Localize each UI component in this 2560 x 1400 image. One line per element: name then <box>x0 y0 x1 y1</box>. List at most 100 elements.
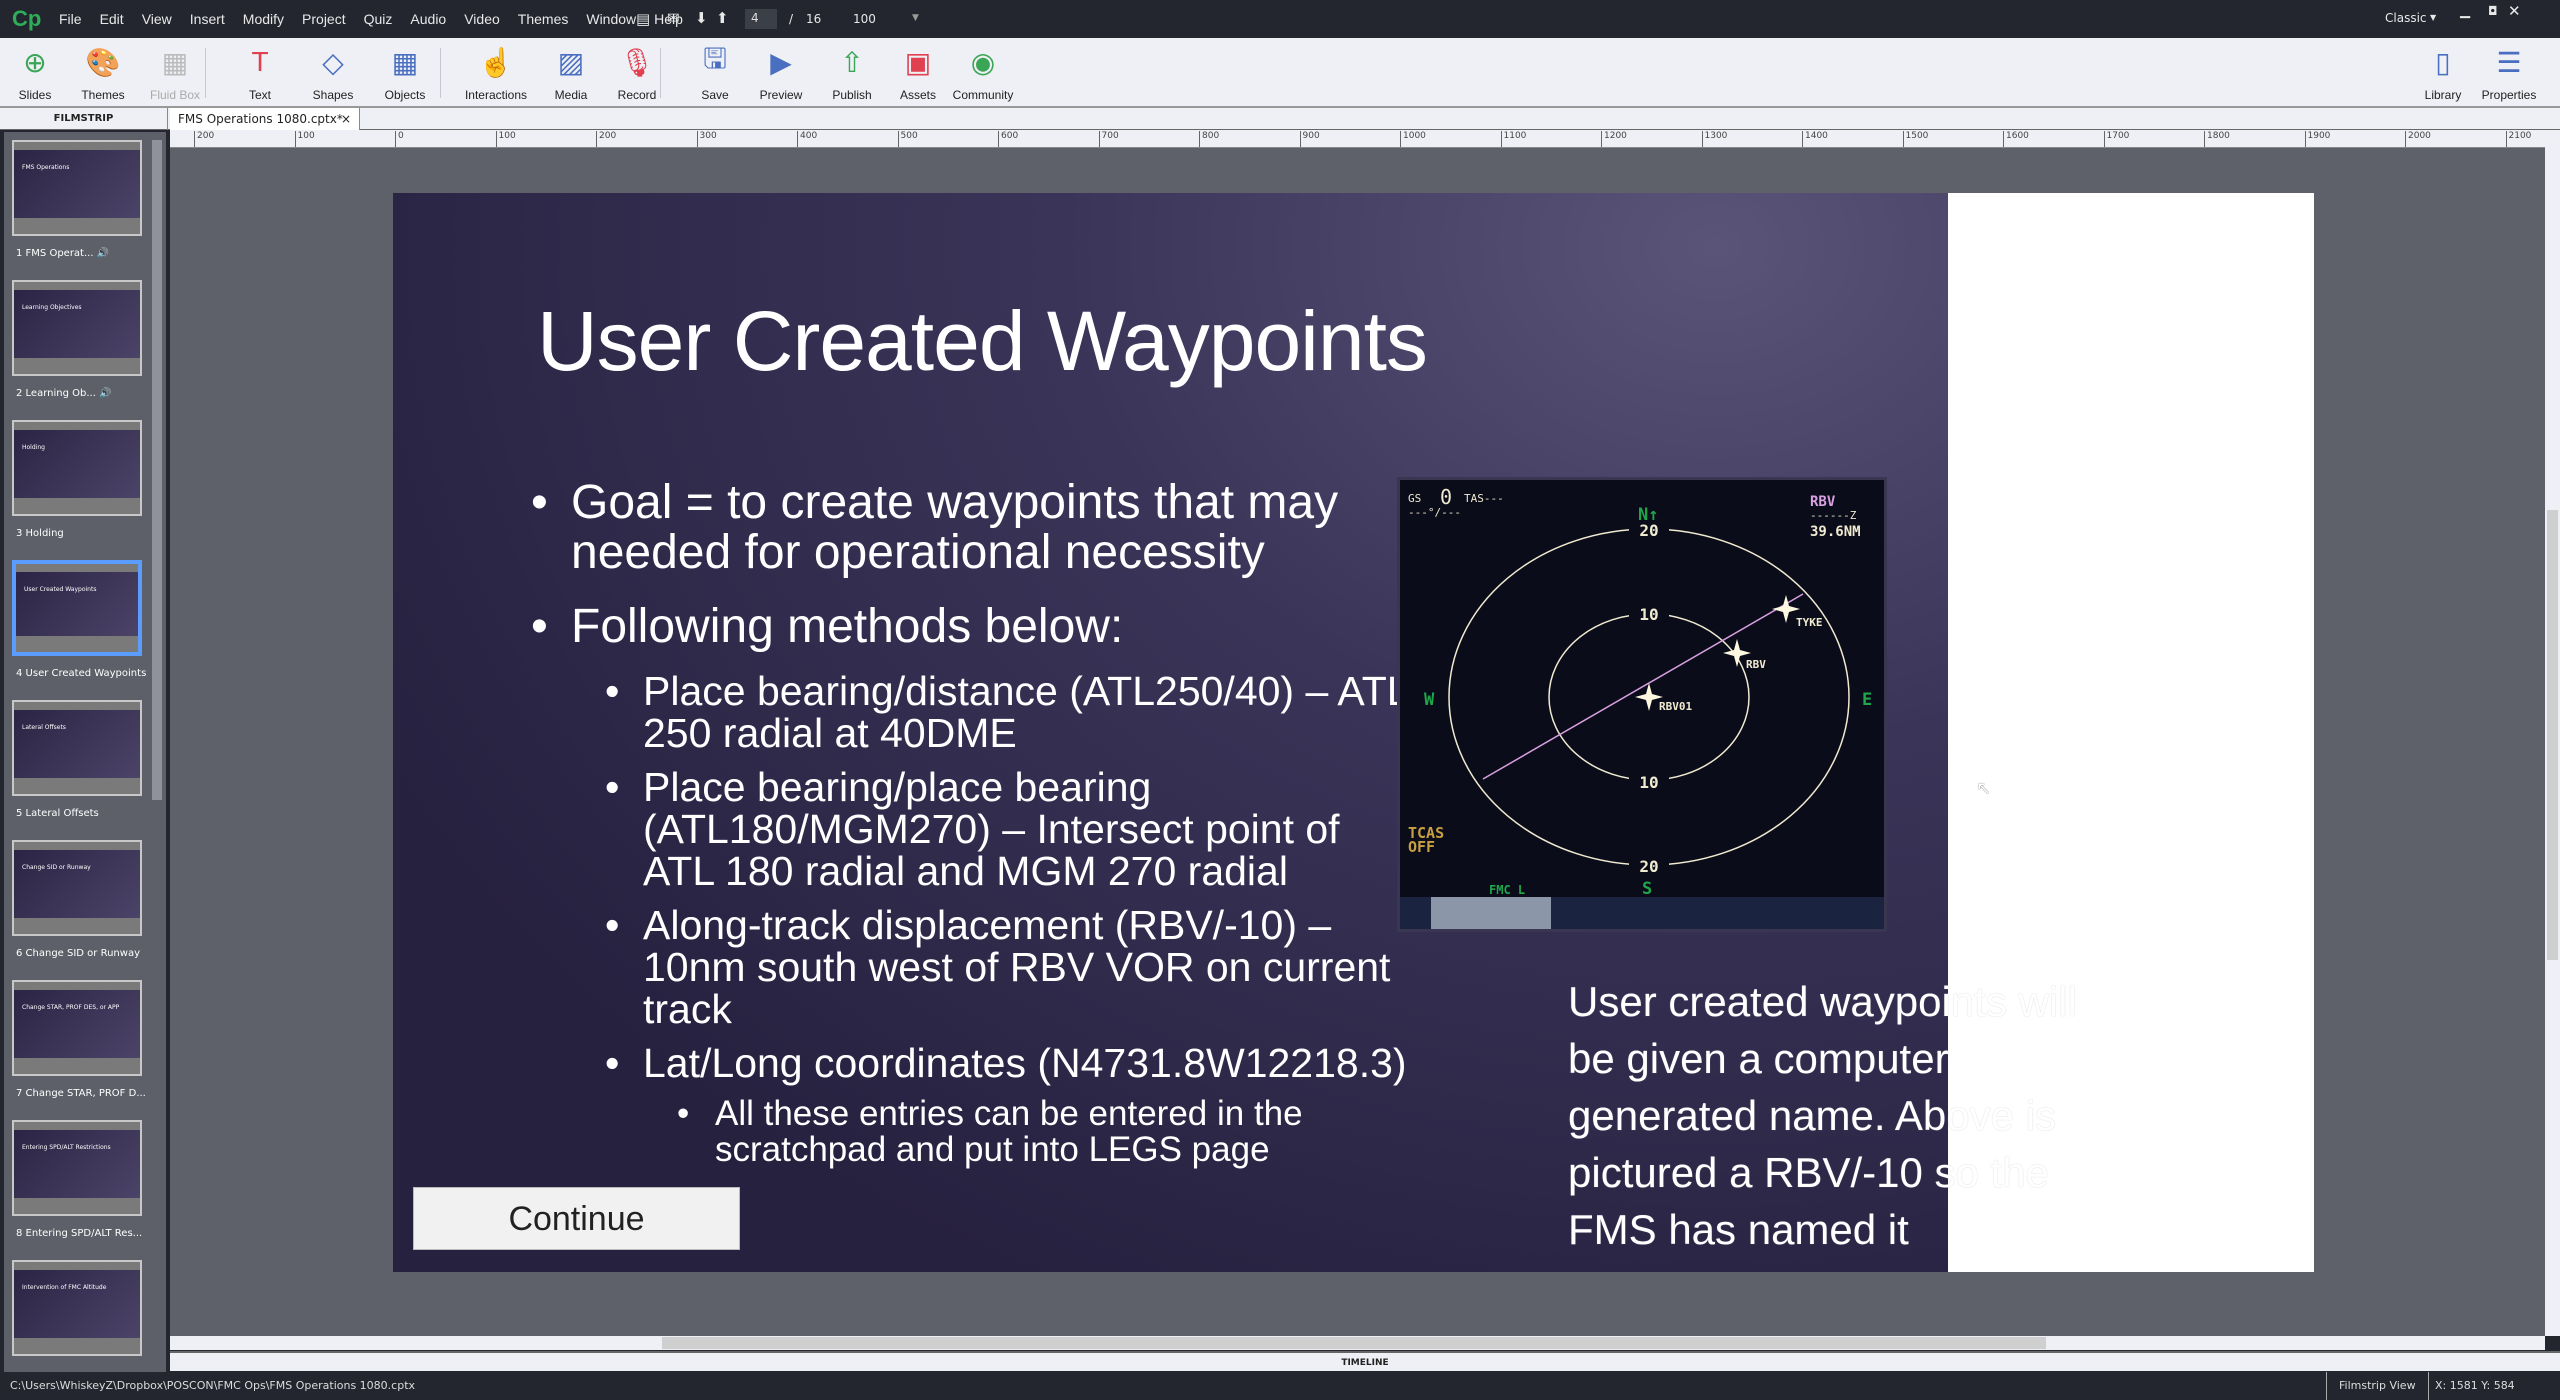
menu-project[interactable]: Project <box>293 11 355 27</box>
thumbnail-title: Holding <box>22 444 45 451</box>
minimize-icon[interactable]: ▁ <box>2460 4 2470 19</box>
slide-thumbnail-label[interactable]: 1 FMS Operat... 🔊 <box>16 248 109 259</box>
save-icon: 🖫 <box>703 43 727 74</box>
view-mode: Filmstrip View <box>2326 1372 2416 1400</box>
properties-button[interactable]: ☰ Properties <box>2474 44 2544 103</box>
toolbar-label: Fluid Box <box>149 88 201 102</box>
slide-thumbnail-label[interactable]: 4 User Created Waypoints <box>16 668 146 679</box>
media-button[interactable]: ▨ Media <box>536 44 606 103</box>
thumbnail-preview: Holding <box>14 430 140 498</box>
menu-modify[interactable]: Modify <box>234 11 293 27</box>
slide-thumbnail[interactable]: Entering SPD/ALT Restrictions <box>12 1120 142 1216</box>
menu-video[interactable]: Video <box>455 11 509 27</box>
slide-thumbnail-label[interactable]: 7 Change STAR, PROF D... <box>16 1088 146 1099</box>
slide-thumbnail[interactable]: Intervention of FMC Altitude <box>12 1260 142 1356</box>
shapes-button[interactable]: ◇ Shapes <box>298 44 368 103</box>
thumbnail-preview: Entering SPD/ALT Restrictions <box>14 1130 140 1198</box>
ruler-tick-label: 1300 <box>1701 131 1727 147</box>
thumbnail-preview: Intervention of FMC Altitude <box>14 1270 140 1338</box>
slide-thumbnail-label[interactable]: 6 Change SID or Runway <box>16 948 140 959</box>
menu-edit[interactable]: Edit <box>91 11 133 27</box>
thumbnail-preview: User Created Waypoints <box>16 572 138 636</box>
next-slide-icon[interactable]: ⬇ <box>695 9 708 27</box>
slide-thumbnail-label[interactable]: 2 Learning Ob... 🔊 <box>16 388 112 399</box>
mail-icon[interactable]: ✉ <box>667 9 680 27</box>
palette-icon: 🎨 <box>85 46 121 78</box>
library-button[interactable]: ▯ Library <box>2408 44 2478 103</box>
slide-thumbnail[interactable]: FMS Operations <box>12 140 142 236</box>
horizontal-ruler: 200 100 0 100 200 300 400 500 600 700 800 900 1000 11… <box>170 130 2545 148</box>
slide-view-icon[interactable]: ▤ <box>636 10 650 28</box>
horizontal-scroll-thumb[interactable] <box>662 1337 2046 1349</box>
thumbnail-title: Lateral Offsets <box>22 724 66 731</box>
publish-button[interactable]: ⇧ Publish <box>817 44 887 103</box>
close-tab-icon[interactable]: × <box>341 108 351 130</box>
slide-thumbnail-label[interactable]: 3 Holding <box>16 528 64 539</box>
workspace-select[interactable]: Classic <box>2385 11 2427 25</box>
bullet-item: All these entries can be entered in the … <box>531 1096 1411 1168</box>
mouse-cursor-icon: ↖ <box>1976 778 1992 799</box>
menu-quiz[interactable]: Quiz <box>355 11 402 27</box>
zoom-dropdown-icon[interactable]: ▼ <box>912 13 919 23</box>
thumbnail-preview: Learning Objectives <box>14 290 140 358</box>
objects-button[interactable]: ▦ Objects <box>370 44 440 103</box>
preview-button[interactable]: ▶ Preview <box>746 44 816 103</box>
navigation-display-image: 20 10 10 20 N↑ W E S FMC L GS 0 TAS--- -… <box>1400 480 1884 929</box>
continue-button[interactable]: Continue <box>413 1187 740 1250</box>
filmstrip-scrollbar[interactable] <box>152 140 162 800</box>
thumbnail-preview: Change STAR, PROF DES, or APP <box>14 990 140 1058</box>
interactions-button[interactable]: ☝ Interactions <box>461 44 531 103</box>
audio-icon: 🔊 <box>99 388 112 399</box>
workspace-dropdown-icon[interactable]: ▼ <box>2430 13 2436 22</box>
zoom-select[interactable]: 100 <box>853 12 876 26</box>
ruler-tick-label: 500 <box>897 131 918 147</box>
slide-thumbnail-label[interactable]: 8 Entering SPD/ALT Res... <box>16 1228 142 1239</box>
menu-audio[interactable]: Audio <box>401 11 455 27</box>
document-tab[interactable]: FMS Operations 1080.cptx* × <box>170 108 360 130</box>
thumbnail-label-text: 7 Change STAR, PROF D... <box>16 1088 146 1099</box>
thumbnail-title: Change STAR, PROF DES, or APP <box>22 1004 120 1011</box>
close-window-icon[interactable]: ✕ <box>2508 2 2521 20</box>
slide-separator: / <box>789 12 794 26</box>
document-tab-label: FMS Operations 1080.cptx* <box>178 112 343 126</box>
toolbar-label: Record <box>617 88 657 102</box>
menu-file[interactable]: File <box>50 11 91 27</box>
slide-thumbnail[interactable]: Change STAR, PROF DES, or APP <box>12 980 142 1076</box>
menu-window[interactable]: Window <box>577 11 645 27</box>
assets-button[interactable]: ▣ Assets <box>883 44 953 103</box>
slide-thumbnail[interactable]: Change SID or Runway <box>12 840 142 936</box>
toolbar-label: Themes <box>81 88 125 102</box>
bullet-item: Along-track displacement (RBV/-10) – 10n… <box>531 904 1411 1030</box>
ruler-tick-label: 2100 <box>2505 131 2531 147</box>
slide-thumbnail[interactable]: Holding <box>12 420 142 516</box>
toolbar-label: Publish <box>832 88 872 102</box>
current-slide-input[interactable]: 4 <box>745 9 777 29</box>
save-button[interactable]: 🖫 Save <box>680 43 750 102</box>
menu-themes[interactable]: Themes <box>509 11 578 27</box>
slide-thumbnail[interactable]: User Created Waypoints <box>12 560 142 656</box>
vertical-scroll-thumb[interactable] <box>2547 510 2558 960</box>
menu-insert[interactable]: Insert <box>181 11 234 27</box>
prev-slide-icon[interactable]: ⬆ <box>716 9 729 27</box>
cursor-coordinates: X: 1581 Y: 584 <box>2428 1372 2515 1400</box>
toolbar-label: Slides <box>18 88 52 102</box>
slide-thumbnail-label[interactable]: 5 Lateral Offsets <box>16 808 99 819</box>
themes-button[interactable]: 🎨 Themes <box>68 44 138 103</box>
menu-view[interactable]: View <box>133 11 181 27</box>
slide-thumbnail[interactable]: Lateral Offsets <box>12 700 142 796</box>
slides-button[interactable]: ⊕ Slides <box>0 44 70 103</box>
text-button[interactable]: T Text <box>225 44 295 102</box>
north-label: N↑ <box>1638 505 1658 525</box>
slide-title: User Created Waypoints <box>537 294 1428 388</box>
maximize-icon[interactable]: ◘ <box>2488 4 2498 18</box>
publish-icon: ⇧ <box>840 46 864 78</box>
community-icon: ◉ <box>970 46 996 78</box>
plus-circle-icon: ⊕ <box>23 46 47 78</box>
fluid-box-button[interactable]: ▦ Fluid Box <box>140 44 210 103</box>
record-button[interactable]: 🎙 Record <box>602 44 672 103</box>
community-button[interactable]: ◉ Community <box>948 44 1018 103</box>
slide-thumbnail[interactable]: Learning Objectives <box>12 280 142 376</box>
play-icon: ▶ <box>770 46 792 78</box>
thumbnail-preview: Lateral Offsets <box>14 710 140 778</box>
timeline-bar[interactable]: TIMELINE <box>170 1351 2560 1371</box>
